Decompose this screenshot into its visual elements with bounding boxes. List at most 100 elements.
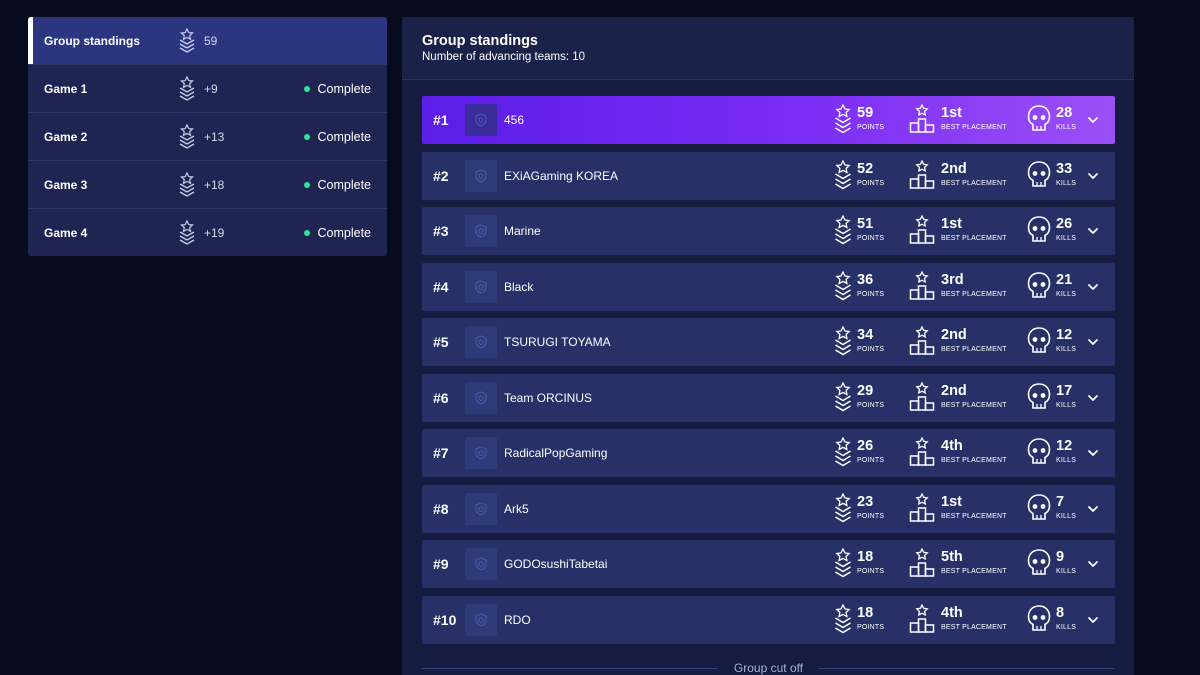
team-row[interactable]: #3 Marine 51 POINTS 1st BEST PLACEMENT 2… bbox=[422, 207, 1115, 255]
sidebar-item-label: Game 2 bbox=[44, 129, 88, 144]
team-row[interactable]: #2 EXiAGaming KOREA 52 POINTS 2nd BEST P… bbox=[422, 151, 1115, 200]
game-sidebar: Group standings 59 Game 1 +9 Complete Ga… bbox=[28, 17, 387, 256]
status-badge: Complete bbox=[303, 81, 372, 96]
points-value: 18 bbox=[857, 549, 874, 565]
rank-number: #3 bbox=[433, 223, 449, 239]
points-chevron-icon bbox=[835, 603, 851, 633]
rank-chevron-icon bbox=[179, 28, 195, 53]
chevron-down-icon[interactable] bbox=[1087, 448, 1099, 458]
team-row[interactable]: #10 RDO 18 POINTS 4th BEST PLACEMENT 8 K… bbox=[422, 595, 1115, 644]
sidebar-item-game-3[interactable]: Game 3 +18 Complete bbox=[28, 161, 387, 209]
kills-label: KILLS bbox=[1056, 346, 1077, 353]
kills-label: KILLS bbox=[1056, 179, 1077, 187]
sidebar-item-label: Game 3 bbox=[44, 177, 88, 192]
team-row[interactable]: #6 Team ORCINUS 29 POINTS 2nd BEST PLACE… bbox=[422, 373, 1115, 422]
sidebar-item-points: +9 bbox=[204, 81, 218, 96]
team-shield-icon bbox=[475, 113, 487, 127]
status-text: Complete bbox=[317, 225, 372, 240]
best-placement-value: 3rd bbox=[941, 271, 964, 288]
rank-number: #1 bbox=[433, 112, 449, 128]
points-value: 59 bbox=[857, 105, 874, 121]
skull-icon bbox=[1027, 216, 1051, 242]
points-chevron-icon bbox=[835, 159, 851, 189]
status-text: Complete bbox=[317, 129, 372, 144]
team-row[interactable]: #1 456 59 POINTS 1st BEST PLACEMENT 28 K… bbox=[422, 96, 1115, 144]
best-placement-value: 2nd bbox=[941, 382, 967, 399]
kills-value: 12 bbox=[1056, 327, 1073, 343]
best-placement-value: 4th bbox=[941, 438, 963, 454]
kills-value: 7 bbox=[1056, 493, 1065, 510]
skull-icon bbox=[1027, 327, 1051, 353]
points-label: POINTS bbox=[857, 512, 885, 520]
rank-number: #10 bbox=[433, 611, 457, 628]
team-name: Ark5 bbox=[504, 501, 529, 516]
kills-label: KILLS bbox=[1056, 568, 1077, 575]
chevron-down-icon[interactable] bbox=[1087, 393, 1099, 403]
podium-icon bbox=[909, 159, 935, 189]
standings-list: #1 456 59 POINTS 1st BEST PLACEMENT 28 K… bbox=[422, 96, 1115, 651]
best-placement-label: BEST PLACEMENT bbox=[941, 124, 1007, 131]
points-value: 18 bbox=[857, 604, 874, 621]
divider-line bbox=[422, 667, 718, 669]
points-value: 36 bbox=[857, 271, 874, 288]
sidebar-item-group-standings[interactable]: Group standings 59 bbox=[28, 17, 387, 65]
chevron-down-icon[interactable] bbox=[1087, 115, 1099, 125]
points-label: POINTS bbox=[857, 401, 885, 409]
kills-label: KILLS bbox=[1056, 457, 1077, 464]
team-name: RDO bbox=[504, 612, 531, 627]
team-shield-icon bbox=[475, 501, 487, 516]
page-title: Group standings bbox=[422, 33, 538, 49]
points-chevron-icon bbox=[835, 548, 851, 578]
team-logo bbox=[465, 215, 497, 247]
rank-chevron-icon bbox=[179, 124, 195, 149]
team-row[interactable]: #9 GODOsushiTabetai 18 POINTS 5th BEST P… bbox=[422, 540, 1115, 588]
points-label: POINTS bbox=[857, 290, 885, 298]
status-badge: Complete bbox=[303, 225, 372, 240]
chevron-down-icon[interactable] bbox=[1087, 615, 1099, 625]
rank-chevron-icon bbox=[179, 220, 195, 245]
points-label: POINTS bbox=[857, 623, 885, 631]
chevron-down-icon[interactable] bbox=[1087, 226, 1099, 236]
status-dot-icon bbox=[303, 181, 310, 188]
sidebar-item-game-2[interactable]: Game 2 +13 Complete bbox=[28, 113, 387, 161]
chevron-down-icon[interactable] bbox=[1087, 171, 1099, 181]
kills-value: 8 bbox=[1056, 604, 1065, 621]
status-dot-icon bbox=[303, 229, 310, 236]
team-row[interactable]: #8 Ark5 23 POINTS 1st BEST PLACEMENT 7 K… bbox=[422, 484, 1115, 533]
skull-icon bbox=[1027, 493, 1051, 520]
skull-icon bbox=[1027, 105, 1051, 131]
team-row[interactable]: #5 TSURUGI TOYAMA 34 POINTS 2nd BEST PLA… bbox=[422, 318, 1115, 366]
team-row[interactable]: #4 Black 36 POINTS 3rd BEST PLACEMENT 21… bbox=[422, 262, 1115, 311]
points-chevron-icon bbox=[835, 326, 851, 356]
kills-label: KILLS bbox=[1056, 512, 1077, 520]
chevron-down-icon[interactable] bbox=[1087, 504, 1099, 514]
points-chevron-icon bbox=[835, 437, 851, 467]
group-cutoff-divider: Group cut off bbox=[422, 661, 1115, 675]
team-logo bbox=[465, 270, 497, 303]
points-chevron-icon bbox=[835, 215, 851, 245]
podium-icon bbox=[909, 326, 935, 355]
points-chevron-icon bbox=[835, 270, 851, 300]
team-logo bbox=[465, 381, 497, 414]
best-placement-label: BEST PLACEMENT bbox=[941, 401, 1007, 409]
rank-number: #4 bbox=[433, 278, 449, 295]
points-value: 52 bbox=[857, 160, 874, 177]
team-name: TSURUGI TOYAMA bbox=[504, 335, 611, 349]
team-row[interactable]: #7 RadicalPopGaming 26 POINTS 4th BEST P… bbox=[422, 429, 1115, 477]
chevron-down-icon[interactable] bbox=[1087, 282, 1099, 292]
chevron-down-icon[interactable] bbox=[1087, 337, 1099, 347]
points-label: POINTS bbox=[857, 235, 885, 242]
cutoff-label: Group cut off bbox=[733, 661, 804, 675]
sidebar-item-label: Game 1 bbox=[44, 81, 88, 96]
chevron-down-icon[interactable] bbox=[1087, 559, 1099, 569]
status-text: Complete bbox=[317, 81, 372, 96]
sidebar-item-points: 59 bbox=[204, 33, 218, 48]
team-logo bbox=[465, 437, 497, 469]
team-shield-icon bbox=[475, 390, 487, 405]
skull-icon bbox=[1027, 604, 1051, 631]
team-logo bbox=[465, 159, 497, 192]
sidebar-item-game-4[interactable]: Game 4 +19 Complete bbox=[28, 209, 387, 256]
best-placement-value: 4th bbox=[941, 604, 963, 621]
best-placement-label: BEST PLACEMENT bbox=[941, 457, 1007, 464]
sidebar-item-game-1[interactable]: Game 1 +9 Complete bbox=[28, 65, 387, 113]
